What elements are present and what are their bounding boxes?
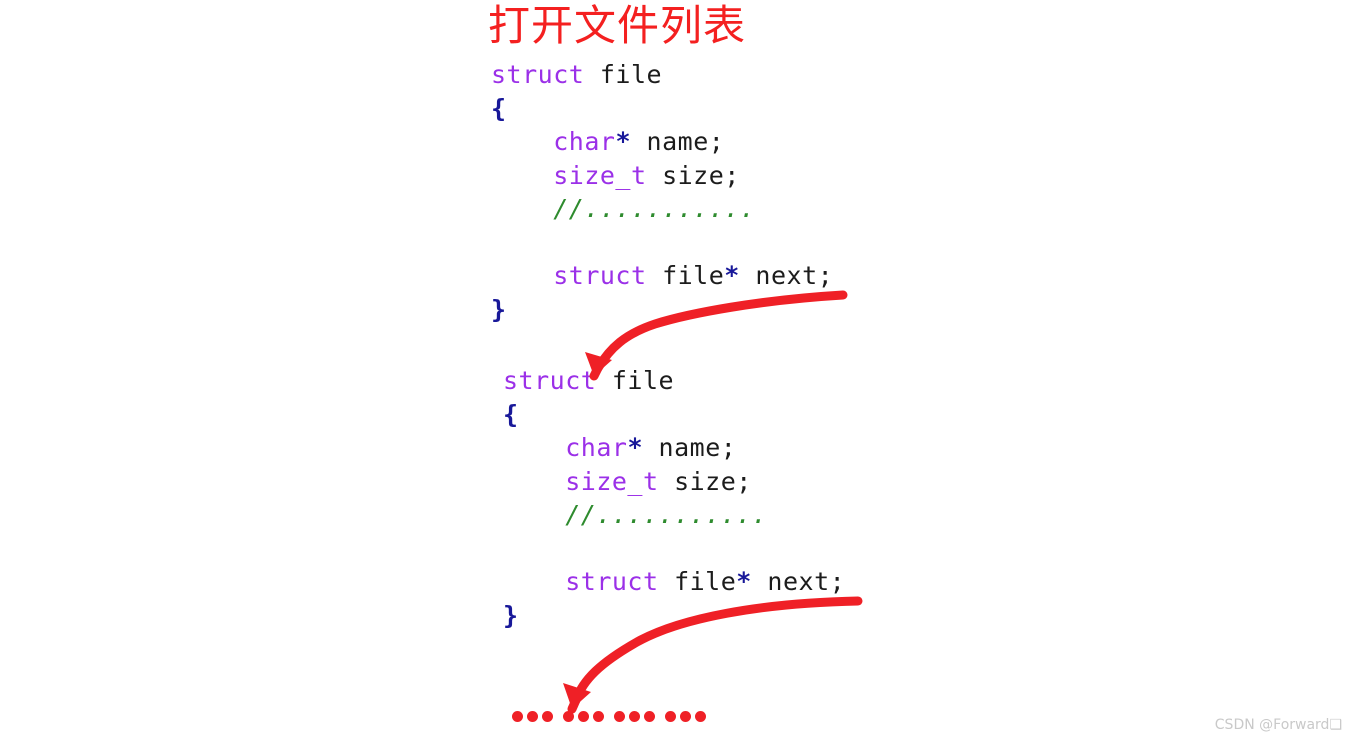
code-token: char <box>565 433 628 462</box>
code-token: } <box>491 294 507 324</box>
code-token: file <box>646 261 725 290</box>
struct-file-a-line-4: size_t size; <box>491 159 833 193</box>
code-token: * <box>724 261 740 290</box>
slide-canvas: 打开文件列表 struct file{ char* name; size_t s… <box>0 0 1354 741</box>
code-token: struct <box>565 567 659 596</box>
continuation-dot <box>614 711 625 722</box>
code-token: next; <box>751 567 846 596</box>
code-token: { <box>491 93 507 123</box>
continuation-dot <box>542 711 553 722</box>
code-token: size; <box>658 466 752 496</box>
code-token: file <box>599 60 663 89</box>
code-token: size_t <box>553 160 647 190</box>
continuation-dot <box>527 711 538 722</box>
code-block-second-struct: struct file{ char* name; size_t size; //… <box>503 364 845 632</box>
struct-file-a-line-6 <box>491 226 833 260</box>
struct-file-a-line-7: struct file* next; <box>491 259 833 293</box>
code-token: next; <box>739 261 834 290</box>
code-token: // <box>565 500 597 529</box>
code-token: struct <box>503 366 597 395</box>
struct-file-b-line-3: char* name; <box>503 431 845 465</box>
continuation-dot <box>629 711 640 722</box>
code-token: name; <box>643 433 737 462</box>
continuation-dot <box>578 711 589 722</box>
struct-file-a-line-2: { <box>491 92 833 126</box>
csdn-watermark: CSDN @Forward❑ <box>1214 717 1342 733</box>
code-token: * <box>627 433 643 462</box>
continuation-dot <box>695 711 706 722</box>
code-block-first-struct: struct file{ char* name; size_t size; //… <box>491 58 833 326</box>
code-token: } <box>503 600 519 630</box>
struct-file-b-line-7: struct file* next; <box>503 565 845 599</box>
struct-file-a-line-8: } <box>491 293 833 327</box>
code-token: size_t <box>565 466 659 496</box>
code-token: struct <box>553 261 647 290</box>
code-token: // <box>553 194 585 223</box>
continuation-dot <box>680 711 691 722</box>
struct-file-b-line-4: size_t size; <box>503 465 845 499</box>
struct-file-b-line-2: { <box>503 398 845 432</box>
code-token: * <box>736 567 752 596</box>
page-title: 打开文件列表 <box>488 1 747 50</box>
code-token: char <box>553 127 616 156</box>
code-token: file <box>658 567 737 596</box>
code-token: { <box>503 399 519 429</box>
struct-file-a-line-1: struct file <box>491 58 833 92</box>
struct-file-b-line-8: } <box>503 599 845 633</box>
struct-file-b-line-6 <box>503 532 845 566</box>
code-token: size; <box>646 160 740 190</box>
continuation-dot <box>512 711 523 722</box>
code-token: ........... <box>584 194 756 223</box>
struct-file-b-line-1: struct file <box>503 364 845 398</box>
continuation-dot <box>644 711 655 722</box>
code-token: name; <box>631 127 725 156</box>
continuation-dots <box>512 711 716 722</box>
code-token: file <box>611 366 675 395</box>
code-token: struct <box>491 60 585 89</box>
continuation-dot <box>593 711 604 722</box>
continuation-dot <box>665 711 676 722</box>
struct-file-a-line-3: char* name; <box>491 125 833 159</box>
continuation-dot <box>563 711 574 722</box>
code-token: * <box>615 127 631 156</box>
struct-file-b-line-5: //........... <box>503 498 845 532</box>
struct-file-a-line-5: //........... <box>491 192 833 226</box>
code-token: ........... <box>596 500 768 529</box>
